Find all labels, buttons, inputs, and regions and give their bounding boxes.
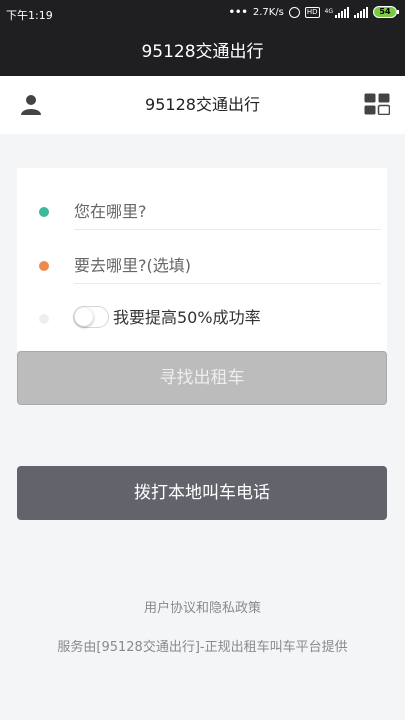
hd-badge: HD — [304, 6, 320, 18]
origin-input[interactable] — [74, 194, 381, 230]
provider-note: 服务由[95128交通出行]-正规出租车叫车平台提供 — [57, 640, 348, 655]
header: 95128交通出行 — [0, 76, 405, 134]
app-title-bar: 95128交通出行 — [0, 28, 405, 76]
destination-row — [17, 240, 387, 294]
trip-form: 我要提高50%成功率 — [17, 168, 387, 351]
agreement-link[interactable]: 用户协议和隐私政策 — [0, 597, 405, 616]
find-taxi-button[interactable]: 寻找出租车 — [17, 351, 387, 405]
signal-icon-2 — [354, 6, 368, 18]
more-dots-icon: ••• — [228, 6, 248, 18]
network-speed: 2.7K/s — [252, 6, 284, 18]
battery-icon: 54 — [373, 6, 399, 18]
call-local-taxi-button[interactable]: 拨打本地叫车电话 — [17, 466, 387, 520]
grid-icon[interactable] — [364, 93, 390, 115]
origin-dot — [39, 207, 49, 217]
signal-icon — [335, 6, 349, 18]
destination-dot — [39, 261, 49, 271]
destination-input[interactable] — [74, 248, 381, 284]
boost-dot — [39, 314, 49, 324]
origin-row — [17, 186, 387, 240]
boost-label: 我要提高50%成功率 — [113, 308, 261, 327]
status-bar: 下午1:19 ••• 2.7K/s HD 4G 54 — [0, 0, 405, 28]
toggle-knob — [75, 308, 93, 326]
boost-toggle[interactable] — [73, 306, 109, 328]
network-type: 4G — [324, 8, 333, 15]
boost-row: 我要提高50%成功率 — [17, 292, 387, 346]
alarm-icon — [288, 6, 300, 18]
status-time: 下午1:19 — [6, 9, 53, 22]
status-indicators: ••• 2.7K/s HD 4G 54 — [228, 6, 399, 18]
page-title: 95128交通出行 — [145, 95, 260, 114]
